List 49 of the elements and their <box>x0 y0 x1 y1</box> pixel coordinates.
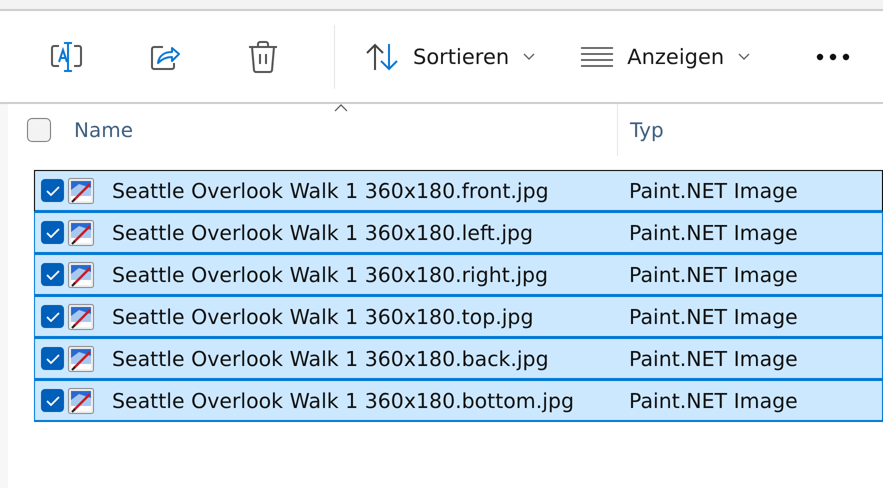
image-file-icon <box>68 388 94 414</box>
row-checkbox[interactable] <box>41 179 64 202</box>
more-icon <box>816 52 850 60</box>
file-name: Seattle Overlook Walk 1 360x180.front.jpg <box>112 178 550 202</box>
image-file-icon <box>68 220 94 246</box>
check-icon <box>46 227 60 238</box>
row-checkbox[interactable] <box>41 263 64 286</box>
file-row[interactable]: Seattle Overlook Walk 1 360x180.front.jpg Paint.NET Image <box>34 170 883 212</box>
file-type: Paint.NET Image <box>629 220 798 244</box>
delete-icon <box>247 40 279 74</box>
check-icon <box>46 311 60 322</box>
rename-icon <box>50 40 84 72</box>
sort-icon <box>365 42 399 72</box>
file-type: Paint.NET Image <box>629 346 798 370</box>
file-name: Seattle Overlook Walk 1 360x180.bottom.jpg <box>112 388 576 412</box>
file-type: Paint.NET Image <box>629 388 798 412</box>
column-header[interactable]: Name <box>51 104 617 156</box>
file-row[interactable]: Seattle Overlook Walk 1 360x180.right.jpg Paint.NET Image <box>34 254 883 296</box>
file-name: Seattle Overlook Walk 1 360x180.top.jpg <box>112 304 534 328</box>
file-row[interactable]: Seattle Overlook Walk 1 360x180.top.jpg Paint.NET Image <box>34 296 883 338</box>
image-file-icon <box>68 178 94 204</box>
sort-caret-icon <box>334 104 348 112</box>
check-icon <box>46 395 60 406</box>
file-name: Seattle Overlook Walk 1 360x180.left.jpg <box>112 220 534 244</box>
file-type: Paint.NET Image <box>629 304 798 328</box>
row-checkbox[interactable] <box>41 305 64 328</box>
list-view-icon <box>581 46 614 66</box>
file-row[interactable]: Seattle Overlook Walk 1 360x180.back.jpg Paint.NET Image <box>34 338 883 380</box>
image-file-icon <box>68 346 94 372</box>
file-type: Paint.NET Image <box>629 178 798 202</box>
select-all-checkbox[interactable] <box>27 118 51 142</box>
file-row[interactable]: Seattle Overlook Walk 1 360x180.bottom.jpg Paint.NET Image <box>34 380 883 422</box>
row-checkbox[interactable] <box>41 221 64 244</box>
file-type: Paint.NET Image <box>629 262 798 286</box>
column-header[interactable]: Typ <box>617 104 664 156</box>
image-file-icon <box>68 262 94 288</box>
row-checkbox[interactable] <box>41 389 64 412</box>
chevron-down-icon <box>738 52 750 60</box>
sort-menu-button[interactable]: Sortieren <box>365 42 536 72</box>
file-name: Seattle Overlook Walk 1 360x180.right.jpg <box>112 262 550 286</box>
file-name: Seattle Overlook Walk 1 360x180.back.jpg <box>112 346 550 370</box>
check-icon <box>46 185 60 196</box>
check-icon <box>46 269 60 280</box>
chevron-down-icon <box>523 52 536 60</box>
image-file-icon <box>68 304 94 330</box>
check-icon <box>46 353 60 364</box>
view-menu-button[interactable]: Anzeigen <box>581 44 750 68</box>
file-row[interactable]: Seattle Overlook Walk 1 360x180.left.jpg Paint.NET Image <box>34 212 883 254</box>
row-checkbox[interactable] <box>41 347 64 370</box>
